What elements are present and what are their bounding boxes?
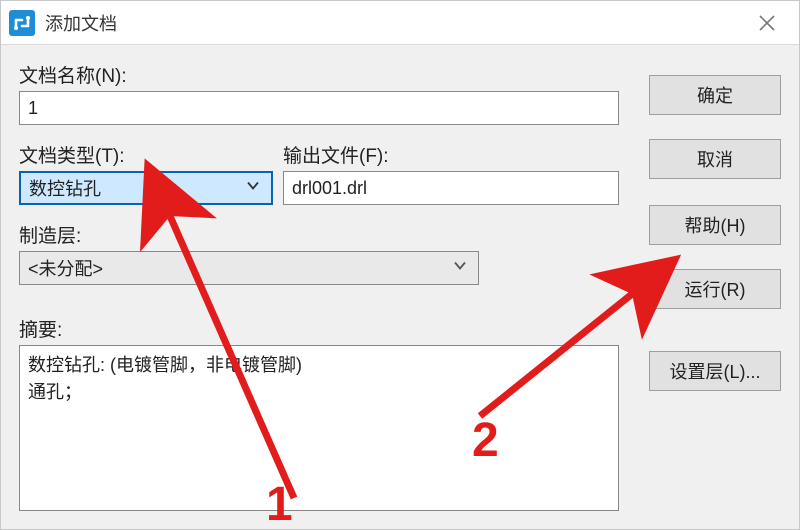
close-button[interactable] bbox=[743, 1, 791, 45]
summary-textarea[interactable]: 数控钻孔: (电镀管脚，非电镀管脚) 通孔； bbox=[19, 345, 619, 511]
doc-type-label: 文档类型(T): bbox=[19, 141, 125, 168]
set-layers-button[interactable]: 设置层(L)... bbox=[649, 351, 781, 391]
cancel-button[interactable]: 取消 bbox=[649, 139, 781, 179]
dialog-content: 文档名称(N): 文档类型(T): 数控钻孔 输出文件(F): 制造层: <未分… bbox=[19, 61, 781, 517]
doc-name-input[interactable] bbox=[19, 91, 619, 125]
chevron-down-icon bbox=[452, 258, 468, 279]
doc-name-label: 文档名称(N): bbox=[19, 61, 127, 88]
close-icon bbox=[758, 14, 776, 32]
run-button[interactable]: 运行(R) bbox=[649, 269, 781, 309]
doc-type-select[interactable]: 数控钻孔 bbox=[19, 171, 273, 205]
chevron-down-icon bbox=[245, 178, 261, 199]
output-file-input[interactable] bbox=[283, 171, 619, 205]
window-title: 添加文档 bbox=[45, 10, 743, 36]
dialog-window: 添加文档 文档名称(N): 文档类型(T): 数控钻孔 输出文件(F): 制造层… bbox=[0, 0, 800, 530]
app-icon bbox=[9, 10, 35, 36]
summary-label: 摘要: bbox=[19, 315, 62, 342]
doc-type-value: 数控钻孔 bbox=[29, 175, 101, 201]
mfg-layer-select[interactable]: <未分配> bbox=[19, 251, 479, 285]
help-button[interactable]: 帮助(H) bbox=[649, 205, 781, 245]
output-file-label: 输出文件(F): bbox=[283, 141, 389, 168]
button-column: 确定 取消 帮助(H) 运行(R) 设置层(L)... bbox=[649, 75, 781, 391]
ok-button[interactable]: 确定 bbox=[649, 75, 781, 115]
mfg-layer-value: <未分配> bbox=[28, 255, 103, 281]
titlebar: 添加文档 bbox=[1, 1, 799, 45]
mfg-layer-label: 制造层: bbox=[19, 221, 81, 248]
